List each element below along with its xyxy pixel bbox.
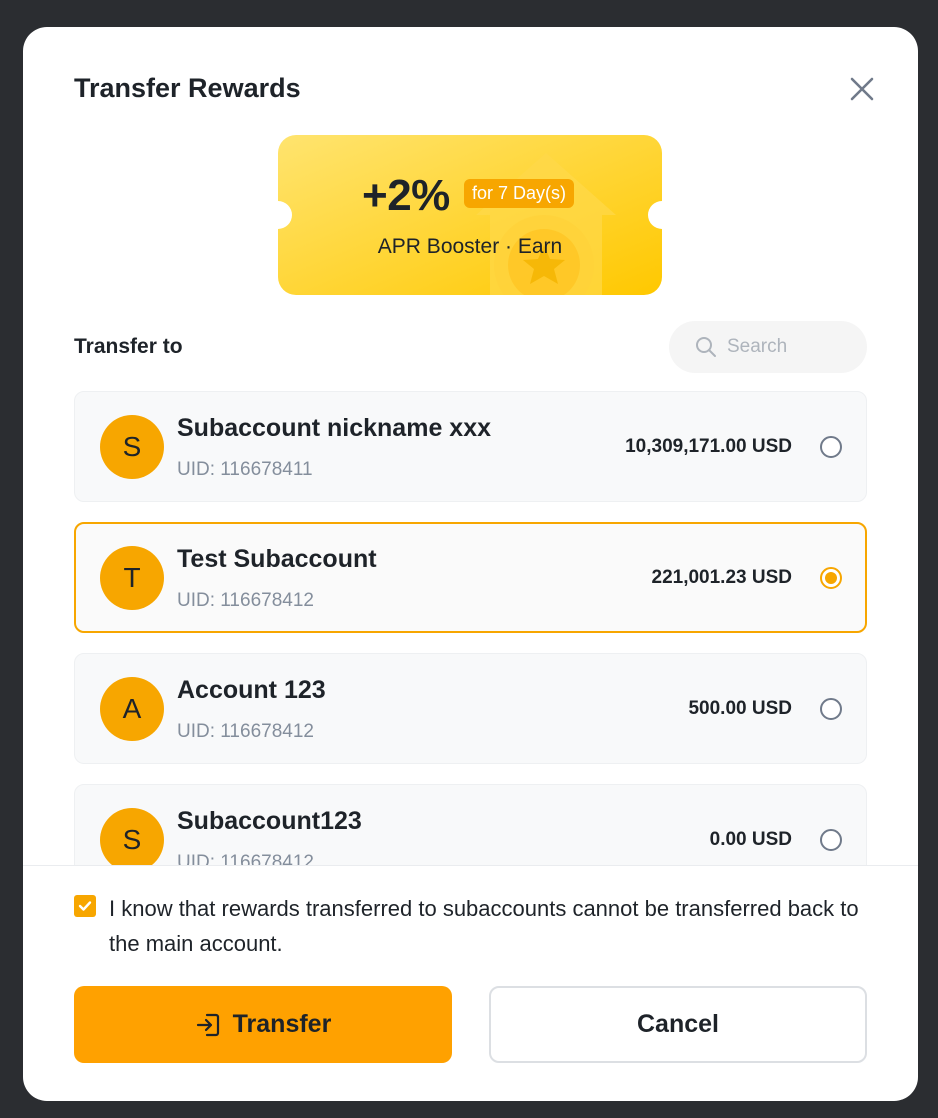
account-uid: UID: 116678411 <box>177 459 313 480</box>
close-icon <box>850 77 874 101</box>
search-field[interactable] <box>669 321 867 373</box>
account-name: Account 123 <box>177 676 326 704</box>
duration-badge: for 7 Day(s) <box>464 179 575 208</box>
search-input[interactable] <box>727 336 847 358</box>
acknowledge-text: I know that rewards transferred to subac… <box>109 896 859 956</box>
boost-percent: +2% <box>362 171 450 220</box>
checkmark-icon <box>78 901 92 911</box>
account-name: Subaccount123 <box>177 807 362 835</box>
cancel-button[interactable]: Cancel <box>489 986 867 1063</box>
apr-booster-coupon: +2% for 7 Day(s) APR Booster · Earn <box>278 135 662 295</box>
account-balance: 0.00 USD <box>709 829 792 850</box>
account-balance: 500.00 USD <box>688 698 792 719</box>
account-uid: UID: 116678412 <box>177 852 314 865</box>
account-item[interactable]: S Subaccount123 UID: 116678412 0.00 USD <box>74 784 867 865</box>
account-item[interactable]: A Account 123 UID: 116678412 500.00 USD <box>74 653 867 764</box>
account-item[interactable]: T Test Subaccount UID: 116678412 221,001… <box>74 522 867 633</box>
acknowledge-checkbox[interactable] <box>74 895 96 917</box>
avatar: S <box>100 808 164 865</box>
account-radio-selected[interactable] <box>820 567 842 589</box>
transfer-button[interactable]: Transfer <box>74 986 452 1063</box>
footer-divider <box>23 865 918 866</box>
account-radio[interactable] <box>820 436 842 458</box>
coupon-subtitle: APR Booster · Earn <box>377 235 563 258</box>
search-icon <box>696 337 716 357</box>
avatar: T <box>100 546 164 610</box>
transfer-button-label: Transfer <box>232 1010 332 1038</box>
account-uid: UID: 116678412 <box>177 721 314 742</box>
avatar: A <box>100 677 164 741</box>
close-button[interactable] <box>846 73 878 105</box>
account-item[interactable]: S Subaccount nickname xxx UID: 116678411… <box>74 391 867 502</box>
avatar: S <box>100 415 164 479</box>
account-balance: 221,001.23 USD <box>651 567 793 588</box>
transfer-icon <box>196 1013 219 1036</box>
account-uid: UID: 116678412 <box>177 590 314 611</box>
account-name: Subaccount nickname xxx <box>177 414 492 442</box>
account-radio[interactable] <box>820 698 842 720</box>
modal-title: Transfer Rewards <box>74 73 301 103</box>
account-name: Test Subaccount <box>177 545 377 573</box>
account-radio[interactable] <box>820 829 842 851</box>
account-balance: 10,309,171.00 USD <box>625 436 792 457</box>
cancel-button-label: Cancel <box>637 1010 719 1038</box>
transfer-rewards-modal: Transfer Rewards +2% for 7 Day(s) APR Bo… <box>23 27 918 1101</box>
transfer-to-label: Transfer to <box>74 335 183 358</box>
account-list[interactable]: S Subaccount nickname xxx UID: 116678411… <box>23 391 918 865</box>
